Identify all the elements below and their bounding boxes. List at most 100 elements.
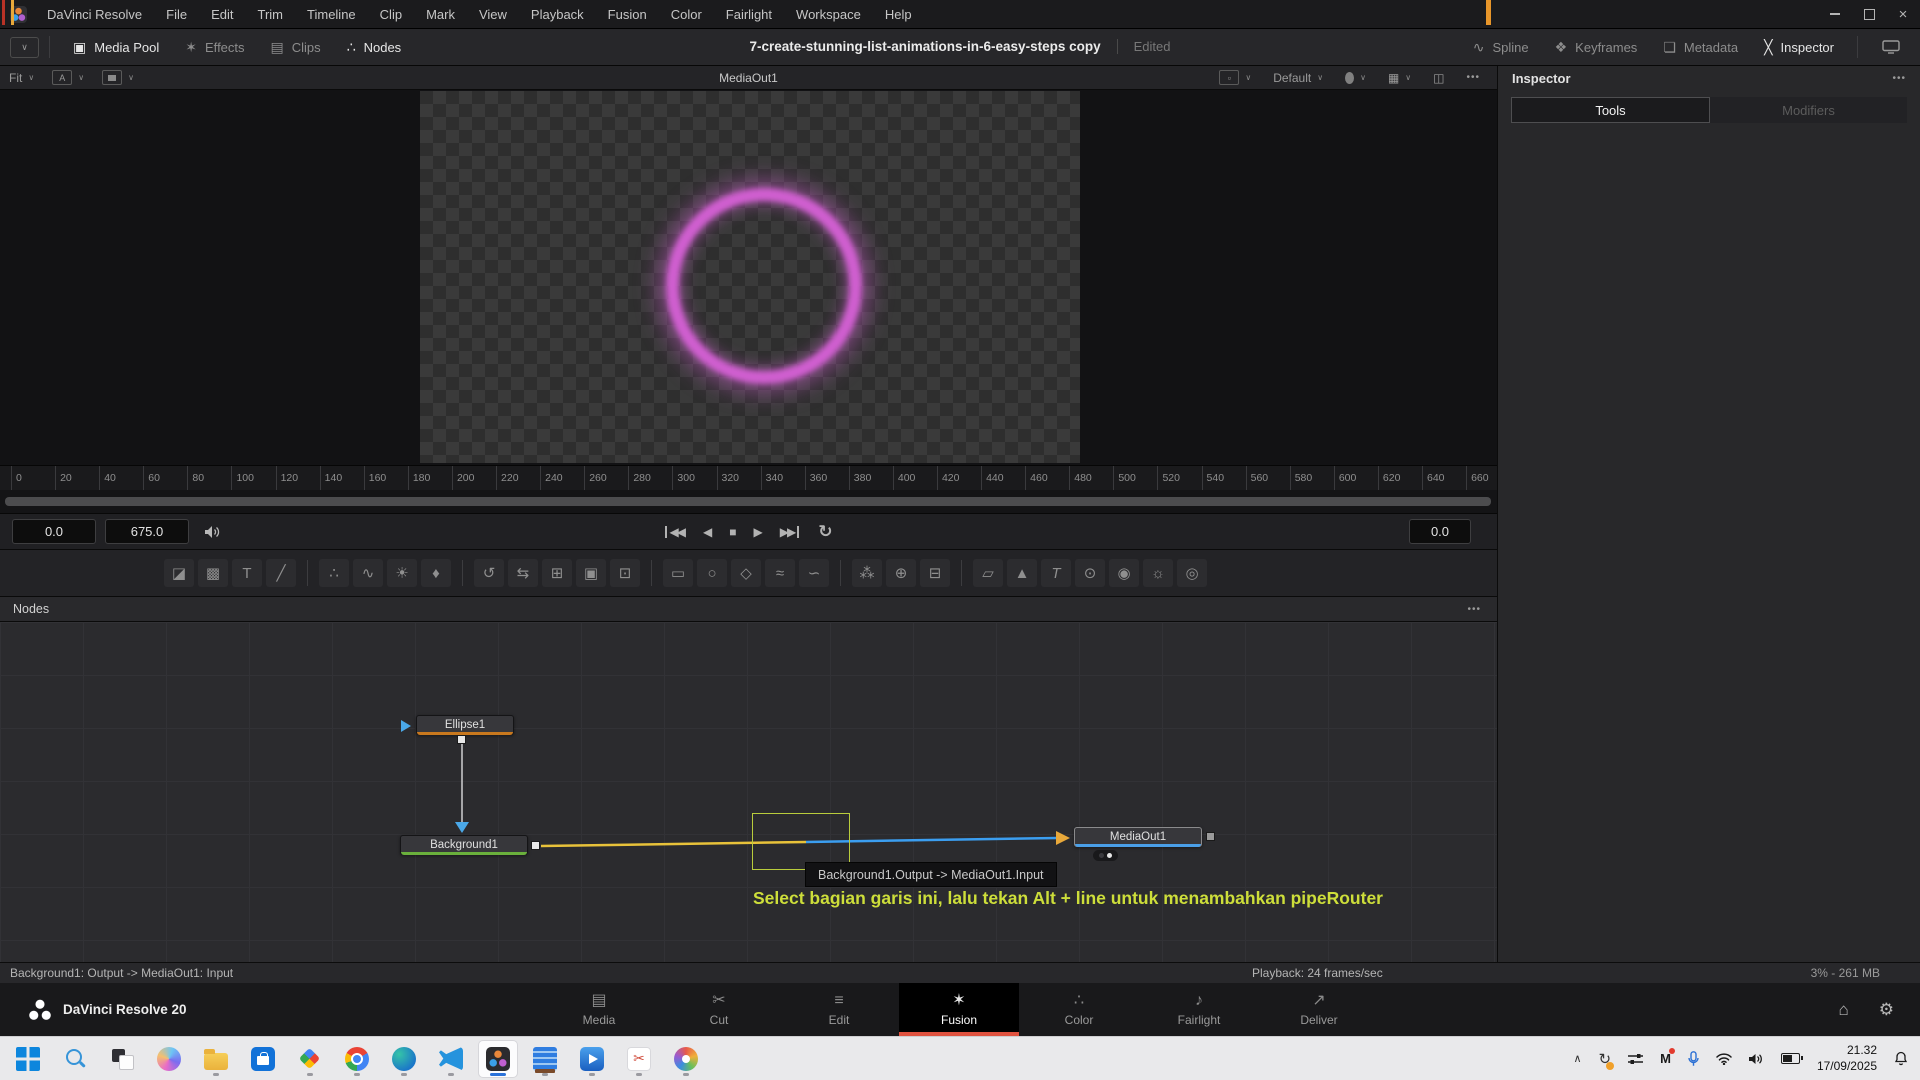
mediaout1-output-port[interactable] [1206,832,1215,841]
minimize-button[interactable] [1818,0,1852,28]
playhead[interactable] [11,0,14,25]
shape-3d-tool[interactable]: ▲ [1007,559,1037,587]
paint-tool[interactable]: ╱ [266,559,296,587]
transform-tool[interactable]: ⊡ [610,559,640,587]
menu-item[interactable]: Mark [414,7,467,22]
timeline-scrollbar-handle[interactable] [5,497,1491,506]
render-range-start-marker[interactable] [2,0,5,25]
ellipse1-output-port[interactable] [457,735,466,744]
divider[interactable] [462,560,463,586]
divider[interactable] [307,560,308,586]
fast-noise-tool[interactable]: ▩ [198,559,228,587]
playback-speed-field[interactable]: 0.0 [1409,519,1471,544]
inspector-button[interactable]: ╳ Inspector [1751,40,1847,55]
p-directional-force-tool[interactable]: ⊕ [886,559,916,587]
project-manager-button[interactable]: ⌂ [1838,1000,1848,1020]
loop-button[interactable]: ↻ [818,523,832,540]
page-tab-color[interactable]: ∴ Color [1019,983,1139,1036]
menu-item[interactable]: Edit [199,7,245,22]
page-tab-fairlight[interactable]: ♪ Fairlight [1139,983,1259,1036]
stop-button[interactable]: ■ [729,526,734,538]
davinci-resolve-button[interactable] [479,1041,517,1077]
go-to-start-button[interactable]: ◀◀ [665,526,684,538]
file-explorer-button[interactable] [197,1041,235,1077]
menu-item[interactable]: View [467,7,519,22]
page-tab-media[interactable]: ▤ Media [539,983,659,1036]
notification-bell-icon[interactable] [1894,1051,1908,1066]
spline-warp-tool[interactable]: ∽ [799,559,829,587]
mute-button[interactable] [204,525,221,539]
tab-tools[interactable]: Tools [1511,97,1710,123]
background1-output-port[interactable] [531,841,540,850]
vscode-button[interactable] [432,1041,470,1077]
google-app-button[interactable] [291,1041,329,1077]
merge-tool[interactable]: ⇆ [508,559,538,587]
particles-tool[interactable]: ∴ [319,559,349,587]
current-frame-field[interactable]: 0.0 [12,519,96,544]
menu-item[interactable]: Playback [519,7,596,22]
settings-sliders-icon[interactable] [1628,1053,1643,1065]
node-graph[interactable]: Ellipse1 Background1 MediaOut1 Backgroun… [0,622,1497,962]
node-mediaout1[interactable]: MediaOut1 [1074,827,1202,847]
color-corrector-tool[interactable]: ☀ [387,559,417,587]
node-connections[interactable] [0,622,1497,962]
background-tool[interactable]: ◪ [164,559,194,587]
menu-item[interactable]: Fusion [596,7,659,22]
tab-modifiers[interactable]: Modifiers [1710,97,1907,123]
viewer-canvas[interactable] [0,90,1497,465]
ellipse-mask-tool[interactable]: ○ [697,559,727,587]
guides-dropdown[interactable]: ▦ [1379,71,1420,85]
snipping-tool-button[interactable]: ✂ [620,1041,658,1077]
chrome-button[interactable] [338,1041,376,1077]
page-tab-fusion[interactable]: ✶ Fusion [899,983,1019,1036]
page-tab-cut[interactable]: ✂ Cut [659,983,779,1036]
node-background1[interactable]: Background1 [400,835,528,855]
menu-item[interactable]: Fairlight [714,7,784,22]
volume-icon[interactable] [1749,1053,1764,1065]
paint-button[interactable] [667,1041,705,1077]
color-controls-dropdown[interactable] [1336,72,1375,84]
divider[interactable] [961,560,962,586]
divider[interactable] [840,560,841,586]
timeline-ruler[interactable]: 0204060801001201401601802002202402602803… [0,465,1497,490]
dual-viewer-button[interactable]: ◫ [1424,71,1453,85]
render-range-end-marker[interactable] [1486,0,1491,25]
page-tab-deliver[interactable]: ↗ Deliver [1259,983,1379,1036]
channel-booleans-tool[interactable]: ▣ [576,559,606,587]
store-button[interactable] [244,1041,282,1077]
start-button[interactable] [9,1041,47,1077]
hue-curves-tool[interactable]: ♦ [421,559,451,587]
channel-select-dropdown[interactable]: A [43,70,93,85]
clean-feed-button[interactable] [1868,40,1914,54]
settings-gear-button[interactable]: ⚙ [1879,1000,1894,1020]
image-plane-3d-tool[interactable]: ▱ [973,559,1003,587]
region-select-dropdown[interactable]: ▫ [1210,70,1260,85]
close-button[interactable]: × [1886,0,1920,28]
menu-item[interactable]: Help [873,7,924,22]
view-layout-dropdown[interactable] [93,70,143,85]
text-plus-tool[interactable]: T [232,559,262,587]
viewer-options-menu[interactable]: ••• [1457,72,1489,83]
media-pool-button[interactable]: ▣ Media Pool [60,29,172,65]
matte-control-tool[interactable]: ⊞ [542,559,572,587]
p-render-tool[interactable]: ⊟ [920,559,950,587]
color-curves-tool[interactable]: ∿ [353,559,383,587]
microphone-icon[interactable] [1688,1051,1699,1067]
maximize-button[interactable] [1852,0,1886,28]
nodes-options-menu[interactable]: ••• [1467,604,1481,615]
menu-item[interactable]: Trim [246,7,296,22]
renderer-3d-tool[interactable]: ◎ [1177,559,1207,587]
polygon-mask-tool[interactable]: ◇ [731,559,761,587]
copilot-button[interactable] [150,1041,188,1077]
divider[interactable] [651,560,652,586]
metadata-button[interactable]: ❏ Metadata [1650,40,1751,55]
menu-item[interactable]: Workspace [784,7,873,22]
menu-item[interactable]: DaVinci Resolve [35,7,154,22]
media-player-button[interactable] [573,1041,611,1077]
play-button[interactable]: ▶ [754,526,761,538]
text-3d-tool[interactable]: T [1041,559,1071,587]
node-ellipse1[interactable]: Ellipse1 [416,715,514,735]
p-emitter-tool[interactable]: ⁂ [852,559,882,587]
effects-button[interactable]: ✶ Effects [172,29,257,65]
rectangle-mask-tool[interactable]: ▭ [663,559,693,587]
